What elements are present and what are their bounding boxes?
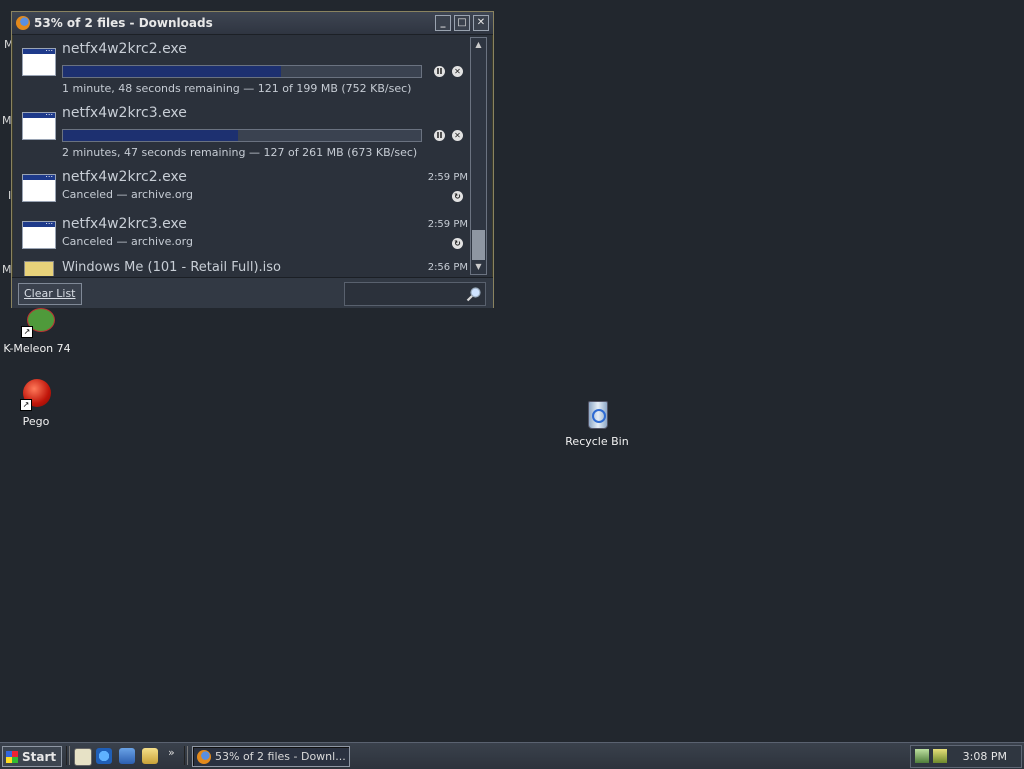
progress-fill	[63, 66, 282, 77]
start-button[interactable]: Start	[2, 746, 63, 767]
download-time: 2:59 PM	[427, 172, 468, 183]
desktop-icon-label: Pego	[22, 415, 50, 428]
downloads-bottombar: Clear List	[12, 277, 493, 308]
scroll-down-arrow-icon[interactable]: ▼	[471, 260, 486, 274]
cancel-download-button[interactable]: ✕	[452, 66, 463, 77]
download-status: 2 minutes, 47 seconds remaining — 127 of…	[62, 146, 418, 159]
volume-icon[interactable]	[933, 749, 947, 763]
download-progress-bar	[62, 129, 422, 142]
pause-button[interactable]: II	[434, 130, 445, 141]
exe-file-icon	[22, 108, 56, 140]
taskbar-downloads-button[interactable]: 53% of 2 files - Downl...	[192, 746, 350, 767]
cancel-download-button[interactable]: ✕	[452, 130, 463, 141]
iso-file-icon	[24, 261, 54, 276]
search-icon[interactable]	[466, 286, 482, 302]
firefox-icon	[197, 749, 211, 764]
desktop-icon-label: K-Meleon 74	[3, 342, 71, 355]
close-button[interactable]: ✕	[473, 15, 489, 31]
clock[interactable]: 3:08 PM	[963, 750, 1007, 763]
retry-button[interactable]: ↻	[452, 191, 463, 202]
desktop-icon-label: Recycle Bin	[565, 435, 629, 448]
firefox-icon	[16, 16, 30, 30]
taskbar-button-label: 53% of 2 files - Downl...	[215, 750, 346, 763]
download-filename: netfx4w2krc2.exe	[62, 169, 187, 185]
minimize-button[interactable]: _	[435, 15, 451, 31]
download-item-active[interactable]: netfx4w2krc3.exe II ✕ 2 minutes, 47 seco…	[18, 100, 468, 164]
quick-launch-more-icon[interactable]: »	[168, 746, 175, 759]
exe-file-icon	[22, 217, 56, 249]
scroll-thumb[interactable]	[472, 230, 485, 260]
window-title: 53% of 2 files - Downloads	[34, 16, 213, 30]
retry-button[interactable]: ↻	[452, 238, 463, 249]
download-time: 2:56 PM	[427, 262, 468, 273]
pego-icon: ↗	[20, 379, 52, 411]
system-tray: 3:08 PM	[910, 745, 1022, 768]
downloads-list[interactable]: netfx4w2krc2.exe II ✕ 1 minute, 48 secon…	[18, 36, 468, 276]
pause-button[interactable]: II	[434, 66, 445, 77]
desktop-icon-pego[interactable]: ↗ Pego	[0, 379, 76, 428]
download-item-finished[interactable]: netfx4w2krc3.exe 2:59 PM Canceled — arch…	[18, 211, 468, 258]
desktop-icon-recycle-bin[interactable]: Recycle Bin	[557, 399, 637, 448]
taskbar: Start » 53% of 2 files - Downl... 3:08 P…	[0, 742, 1024, 769]
network-icon[interactable]	[915, 749, 929, 763]
scroll-up-arrow-icon[interactable]: ▲	[471, 38, 486, 52]
exe-file-icon	[22, 44, 56, 76]
search-input[interactable]	[344, 282, 486, 306]
window-titlebar[interactable]: 53% of 2 files - Downloads _ □ ✕	[12, 12, 493, 35]
kmeleon-icon: ↗	[21, 306, 55, 338]
recycle-bin-icon	[581, 399, 613, 431]
show-desktop-icon[interactable]	[74, 748, 92, 766]
internet-explorer-icon[interactable]	[96, 748, 112, 764]
download-filename: netfx4w2krc2.exe	[62, 41, 187, 57]
exe-file-icon	[22, 170, 56, 202]
download-item-finished[interactable]: Windows Me (101 - Retail Full).iso 2:56 …	[18, 258, 468, 276]
maximize-button[interactable]: □	[454, 15, 470, 31]
download-filename: netfx4w2krc3.exe	[62, 216, 187, 232]
outlook-express-icon[interactable]	[119, 748, 135, 764]
downloads-scrollbar[interactable]: ▲ ▼	[470, 37, 487, 275]
download-item-active[interactable]: netfx4w2krc2.exe II ✕ 1 minute, 48 secon…	[18, 36, 468, 100]
download-filename: Windows Me (101 - Retail Full).iso	[62, 260, 281, 275]
download-status: Canceled — archive.org	[62, 235, 193, 248]
start-label: Start	[22, 749, 57, 764]
explorer-icon[interactable]	[142, 748, 158, 764]
download-progress-bar	[62, 65, 422, 78]
download-item-finished[interactable]: netfx4w2krc2.exe 2:59 PM Canceled — arch…	[18, 164, 468, 211]
clear-list-button[interactable]: Clear List	[18, 283, 82, 305]
windows-logo-icon	[6, 750, 18, 763]
downloads-window[interactable]: 53% of 2 files - Downloads _ □ ✕ netfx4w…	[11, 11, 494, 308]
download-status: 1 minute, 48 seconds remaining — 121 of …	[62, 82, 412, 95]
download-filename: netfx4w2krc3.exe	[62, 105, 187, 121]
download-status: Canceled — archive.org	[62, 188, 193, 201]
desktop-icon-kmeleon[interactable]: ↗ K-Meleon 74	[0, 306, 77, 355]
taskbar-separator	[184, 746, 188, 765]
taskbar-separator	[66, 746, 70, 765]
progress-fill	[63, 130, 239, 141]
download-time: 2:59 PM	[427, 219, 468, 230]
